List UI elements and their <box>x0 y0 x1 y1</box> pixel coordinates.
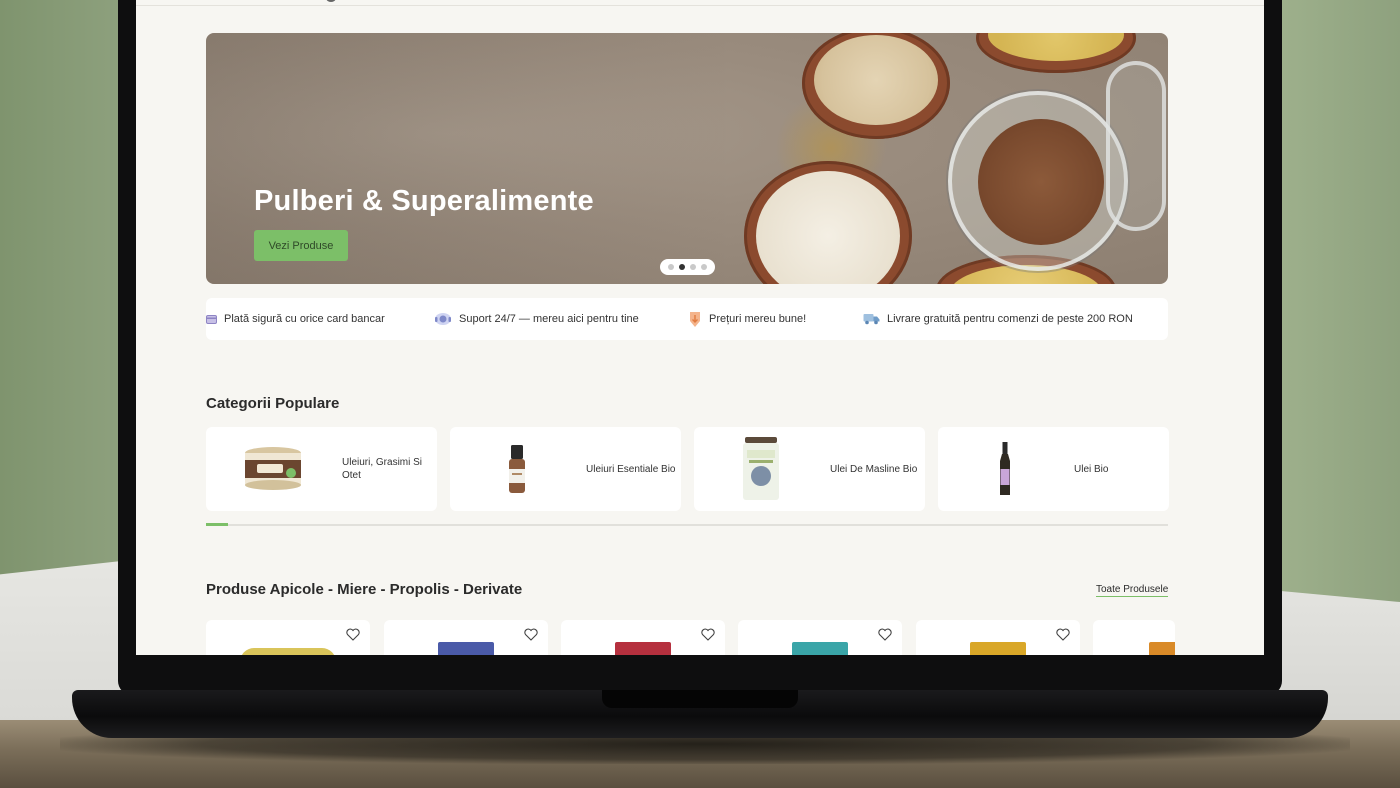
product-card[interactable] <box>561 620 725 655</box>
product-image <box>970 642 1026 655</box>
hero-title: Pulberi & Superalimente <box>254 185 594 217</box>
all-products-link[interactable]: Toate Produsele <box>1096 584 1169 597</box>
feature-text: Plată sigură cu orice card bancar <box>224 313 385 325</box>
carousel-dot[interactable] <box>668 264 674 270</box>
header-fragment <box>326 0 336 2</box>
category-label: Ulei Bio <box>1074 463 1109 475</box>
view-products-button[interactable]: Vezi Produse <box>254 230 348 261</box>
essential-oil-bottle-image <box>472 435 562 503</box>
oil-bottle-image <box>960 435 1050 503</box>
carousel-dot[interactable] <box>690 264 696 270</box>
browser-viewport: Pulberi & Superalimente Vezi Produse Pla… <box>136 0 1264 655</box>
product-card[interactable] <box>1093 620 1175 655</box>
feature-item: Prețuri mereu bune! <box>688 298 806 340</box>
delivery-truck-icon <box>863 313 880 325</box>
category-card[interactable]: Ulei Bio <box>938 427 1169 511</box>
products-section-title: Produse Apicole - Miere - Propolis - Der… <box>206 581 523 598</box>
headset-support-icon <box>434 312 452 326</box>
laptop-notch <box>602 690 798 708</box>
product-image <box>615 642 671 655</box>
heart-icon[interactable] <box>701 628 715 641</box>
categories-title: Categorii Populare <box>206 395 340 412</box>
heart-icon[interactable] <box>524 628 538 641</box>
category-label: Ulei De Masline Bio <box>830 463 918 475</box>
category-label: Uleiuri, Grasimi Si Otet <box>342 457 423 481</box>
product-card[interactable] <box>916 620 1080 655</box>
feature-text: Prețuri mereu bune! <box>709 313 807 325</box>
card-payment-icon <box>206 314 217 325</box>
olive-oil-jar-image <box>716 435 806 503</box>
carousel-dot[interactable] <box>701 264 707 270</box>
product-card[interactable] <box>206 620 370 655</box>
category-card[interactable]: Uleiuri, Grasimi Si Otet <box>206 427 437 511</box>
product-image <box>438 642 494 655</box>
feature-text: Suport 24/7 — mereu aici pentru tine <box>459 313 639 325</box>
features-bar: Plată sigură cu orice card bancar Suport… <box>206 298 1168 340</box>
feature-item: Plată sigură cu orice card bancar <box>206 298 385 340</box>
category-label: Uleiuri Esentiale Bio <box>586 463 676 475</box>
category-card[interactable]: Ulei De Masline Bio <box>694 427 925 511</box>
heart-icon[interactable] <box>878 628 892 641</box>
feature-item: Livrare gratuită pentru comenzi de peste… <box>863 298 1133 340</box>
feature-text: Livrare gratuită pentru comenzi de peste… <box>887 313 1133 325</box>
carousel-dot-active[interactable] <box>679 264 685 270</box>
product-image <box>792 642 848 655</box>
butter-jar-image <box>228 435 318 503</box>
carousel-scroll-thumb[interactable] <box>206 523 228 526</box>
heart-icon[interactable] <box>1056 628 1070 641</box>
header-divider <box>136 5 1264 6</box>
category-card[interactable]: Uleiuri Esentiale Bio <box>450 427 681 511</box>
carousel-scroll-track[interactable] <box>206 524 1168 526</box>
product-image <box>1149 642 1175 655</box>
heart-icon[interactable] <box>346 628 360 641</box>
carousel-dots <box>660 259 715 275</box>
price-tag-down-icon <box>688 311 702 328</box>
feature-item: Suport 24/7 — mereu aici pentru tine <box>434 298 639 340</box>
hero-banner[interactable]: Pulberi & Superalimente Vezi Produse <box>206 33 1168 284</box>
product-card[interactable] <box>384 620 548 655</box>
product-image <box>240 648 336 655</box>
product-card[interactable] <box>738 620 902 655</box>
